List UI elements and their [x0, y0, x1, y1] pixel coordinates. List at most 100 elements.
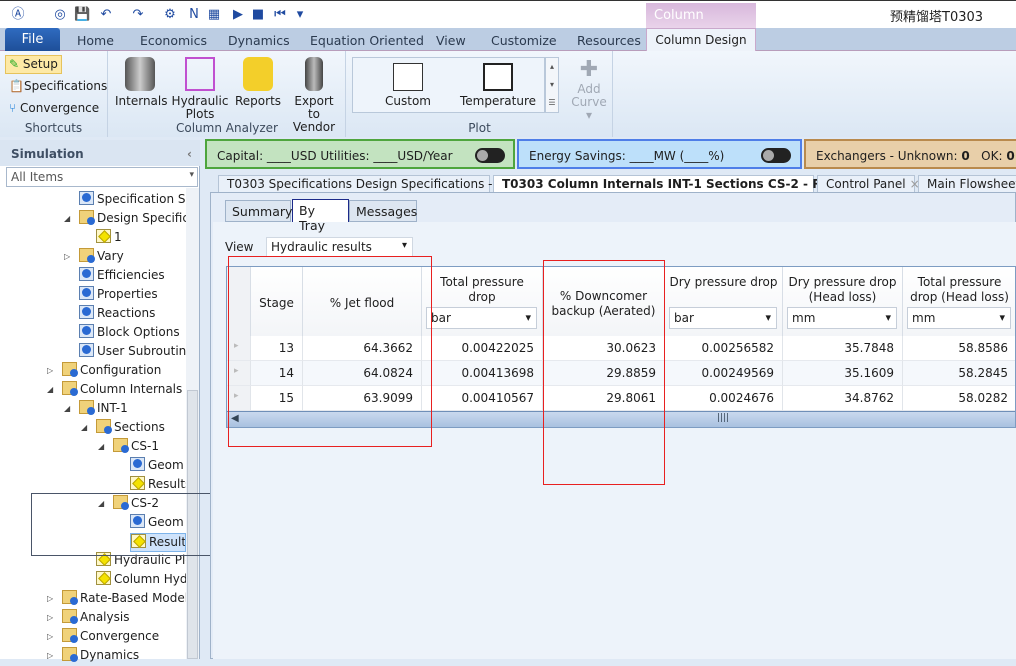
add-curve-button[interactable]: ✚ Add Curve ▾ [567, 57, 611, 122]
custom-plot-button[interactable]: Custom [373, 63, 443, 108]
tree-item[interactable]: User Subroutine [79, 343, 186, 362]
checked-form-icon [79, 305, 94, 319]
tree-item[interactable]: INT-1 [79, 400, 186, 419]
table-cell: 58.0282 [903, 386, 1015, 411]
reports-button[interactable]: Reports [235, 57, 281, 108]
expand-arrow-icon[interactable]: ▷ [64, 252, 70, 261]
specifications-button[interactable]: 📋Specifications [6, 78, 110, 97]
aspen-logo-icon[interactable]: Ⓐ [10, 7, 26, 23]
tree-item[interactable]: Column Hyd [96, 571, 186, 590]
add-curve-label: Add Curve [571, 82, 607, 109]
unit-dropdown[interactable]: bar [426, 307, 537, 329]
expand-arrow-icon[interactable]: ▷ [47, 613, 53, 622]
save-icon[interactable]: 💾 [74, 7, 90, 23]
scroll-grip-icon[interactable]: |||| [717, 413, 729, 423]
annotation-box-left [228, 256, 432, 447]
stop-icon[interactable]: ■ [250, 7, 266, 23]
tree-item-label: Vary [97, 249, 124, 263]
collapse-arrow-icon[interactable]: ◢ [47, 385, 53, 394]
doc-tab[interactable]: T0303 Column Internals INT-1 Sections CS… [493, 175, 876, 192]
tree-item-label: Configuration [80, 363, 162, 377]
tab-dynamics[interactable]: Dynamics [228, 33, 290, 48]
energy-text: Energy Savings: ____MW (____%) [529, 149, 725, 163]
tab-customize[interactable]: Customize [491, 33, 557, 48]
tab-economics[interactable]: Economics [140, 33, 207, 48]
unit-dropdown[interactable]: mm [907, 307, 1011, 329]
tab-messages[interactable]: Messages [349, 200, 417, 222]
tab-view[interactable]: View [436, 33, 466, 48]
hydraulic-plots-button[interactable]: Hydraulic Plots [171, 57, 229, 121]
tree-item[interactable]: Design Specifica [79, 210, 186, 229]
plot-group: Custom Temperature ▴ ▾ ☰ ✚ Add Curve ▾ Plot [347, 51, 613, 137]
open-icon[interactable]: ◎ [52, 7, 68, 23]
collapse-arrow-icon[interactable]: ◢ [64, 404, 70, 413]
tree-item-label: Properties [97, 287, 158, 301]
collapse-arrow-icon[interactable]: ◢ [81, 423, 87, 432]
tree-item[interactable]: Efficiencies [79, 267, 186, 286]
energy-toggle[interactable] [761, 148, 791, 163]
expand-arrow-icon[interactable]: ▷ [47, 366, 53, 375]
tree-item[interactable]: Specification Su [79, 191, 186, 210]
tree-item[interactable]: Analysis [62, 609, 186, 628]
tab-by-tray[interactable]: By Tray [292, 199, 349, 233]
view-dropdown[interactable]: Hydraulic results ▾ [266, 237, 413, 257]
tree-item-label: Convergence [80, 629, 160, 643]
filter-dropdown[interactable]: All Items ▾ [6, 167, 198, 187]
tab-home[interactable]: Home [77, 33, 114, 48]
tab-summary[interactable]: Summary [225, 200, 292, 222]
plot-group-label: Plot [468, 121, 491, 135]
collapse-arrow-icon[interactable]: ◢ [64, 214, 70, 223]
navigation-pane: Simulation ‹ All Items ▾ Specification Su D… [0, 140, 200, 662]
gallery-scroll[interactable]: ▴ ▾ ☰ [545, 57, 559, 113]
next-icon[interactable]: N [186, 7, 202, 23]
undo-icon[interactable]: ↶ [98, 7, 114, 23]
convergence-button[interactable]: ⑂ Convergence [6, 100, 102, 119]
tab-resources[interactable]: Resources [577, 33, 641, 48]
tree-item[interactable]: Reactions [79, 305, 186, 324]
tree-item[interactable]: 1 [96, 229, 186, 248]
folder-icon [79, 248, 95, 263]
expand-arrow-icon[interactable]: ▷ [47, 632, 53, 641]
temperature-plot-button[interactable]: Temperature [458, 63, 538, 108]
tree-item-label: User Subroutine [97, 344, 186, 358]
run-icon[interactable]: ▶ [230, 7, 246, 23]
internals-button[interactable]: Internals [115, 57, 168, 108]
tree-item[interactable]: Configuration [62, 362, 186, 381]
specifications-label: Specifications [23, 79, 108, 93]
tab-file[interactable]: File [5, 28, 60, 51]
tree-item[interactable]: CS-1 [113, 438, 186, 457]
tree-item[interactable]: Sections [96, 419, 186, 438]
results-icon [96, 229, 111, 243]
tab-column-design[interactable]: Column Design [646, 28, 756, 52]
tree-item[interactable]: Properties [79, 286, 186, 305]
collapse-arrow-icon[interactable]: ◢ [98, 442, 104, 451]
window-title: 预精馏塔T0303圆 [890, 6, 1016, 25]
column-header: Total pressure drop bar [422, 267, 543, 336]
unit-dropdown[interactable]: mm [787, 307, 897, 329]
data-browser-icon[interactable]: ▦ [206, 7, 222, 23]
expand-arrow-icon[interactable]: ▷ [47, 594, 53, 603]
flowsheet-icon[interactable]: ⚙ [162, 7, 178, 23]
setup-button[interactable]: ✎ Setup [5, 55, 62, 74]
collapse-icon[interactable]: ‹ [187, 147, 192, 161]
redo-icon[interactable]: ↷ [130, 7, 146, 23]
unit-dropdown[interactable]: bar [669, 307, 777, 329]
tab-equation-oriented[interactable]: Equation Oriented [310, 33, 424, 48]
tree-item[interactable]: Column Internals [62, 381, 186, 400]
tree-item[interactable]: Vary [79, 248, 186, 267]
tree-item[interactable]: Geom [130, 457, 186, 476]
column-header: Total pressure drop (Head loss) mm [903, 267, 1015, 336]
tree-item[interactable]: Block Options [79, 324, 186, 343]
tree-item-label: Reactions [97, 306, 156, 320]
customize-icon[interactable]: ▾ [292, 7, 308, 23]
tree-item[interactable]: Convergence [62, 628, 186, 647]
tree-item[interactable]: Dynamics [62, 647, 186, 666]
reset-icon[interactable]: ⏮ [272, 7, 288, 23]
tree-item[interactable]: Rate-Based Modelin [62, 590, 186, 609]
tree-item-label: Efficiencies [97, 268, 165, 282]
doc-tab[interactable]: T0303 Specifications Design Specificatio… [218, 175, 518, 192]
doc-tab[interactable]: Main Flowsheet× [918, 175, 1016, 192]
doc-tab[interactable]: Control Panel × [817, 175, 920, 192]
capital-toggle[interactable] [475, 148, 505, 163]
chevron-down-icon: ▾ [189, 170, 194, 180]
